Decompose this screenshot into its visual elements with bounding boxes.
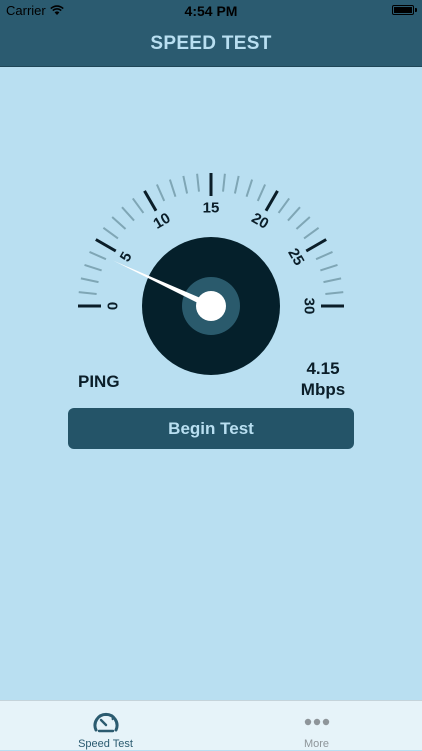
gauge-tick-label: 30 [301,298,318,315]
gauge-minor-tick [277,197,290,214]
tab-speed-test[interactable]: Speed Test [0,701,211,751]
nav-bar: SPEED TEST [0,22,422,67]
ping-label: PING [78,372,120,391]
status-time: 4:54 PM [184,3,238,19]
battery-icon [392,5,417,15]
gauge-tick-label: 25 [284,246,307,269]
more-dots-icon [304,718,329,726]
gauge-hub-center [196,291,226,321]
speed-readout: 4.15 Mbps [290,358,356,400]
gauge-tick-label: 5 [117,249,136,265]
gauge-minor-tick [78,291,97,295]
gauge-tick-label: 0 [105,302,122,310]
gauge-minor-tick [102,227,119,240]
gauge-minor-tick [295,216,311,230]
gauge-tick-label: 10 [151,210,174,233]
gauge-tick-label: 15 [203,200,220,217]
gauge-major-tick [95,238,117,253]
gauge-minor-tick [256,184,267,202]
tab-bar: Speed Test More [0,700,422,750]
gauge-minor-tick [245,179,254,197]
gauge-major-tick [305,238,327,253]
gauge-minor-tick [233,175,240,194]
speedometer-icon [93,712,118,733]
gauge-minor-tick [121,206,135,222]
begin-test-button[interactable]: Begin Test [68,408,354,449]
gauge-minor-tick [320,263,338,272]
speed-value: 4.15 [306,359,340,378]
speed-gauge: 0 5 10 15 20 25 30 [78,173,344,375]
gauge-tick-label: 20 [249,210,272,233]
tab-label-more: More [303,738,330,750]
tab-label-speed-test: Speed Test [78,738,133,750]
gauge-minor-tick [325,291,344,295]
gauge-minor-tick [196,173,200,192]
gauge-minor-tick [287,206,301,222]
speed-unit: Mbps [300,380,346,399]
page-title: SPEED TEST [150,33,272,54]
gauge-major-tick [264,190,279,212]
gauge-minor-tick [222,173,226,192]
gauge-major-tick [143,190,158,212]
gauge-minor-tick [303,227,320,240]
gauge-minor-tick [111,216,127,230]
tab-more[interactable]: More [211,701,422,751]
gauge-minor-tick [155,184,166,202]
gauge-minor-tick [84,263,102,272]
status-bar: Carrier 4:54 PM [0,0,422,22]
gauge-minor-tick [323,277,342,284]
gauge-minor-tick [89,250,107,261]
gauge-minor-tick [182,175,189,194]
gauge-minor-tick [168,179,177,197]
gauge-minor-tick [132,197,145,214]
gauge-minor-tick [315,250,333,261]
gauge-minor-tick [80,277,99,284]
